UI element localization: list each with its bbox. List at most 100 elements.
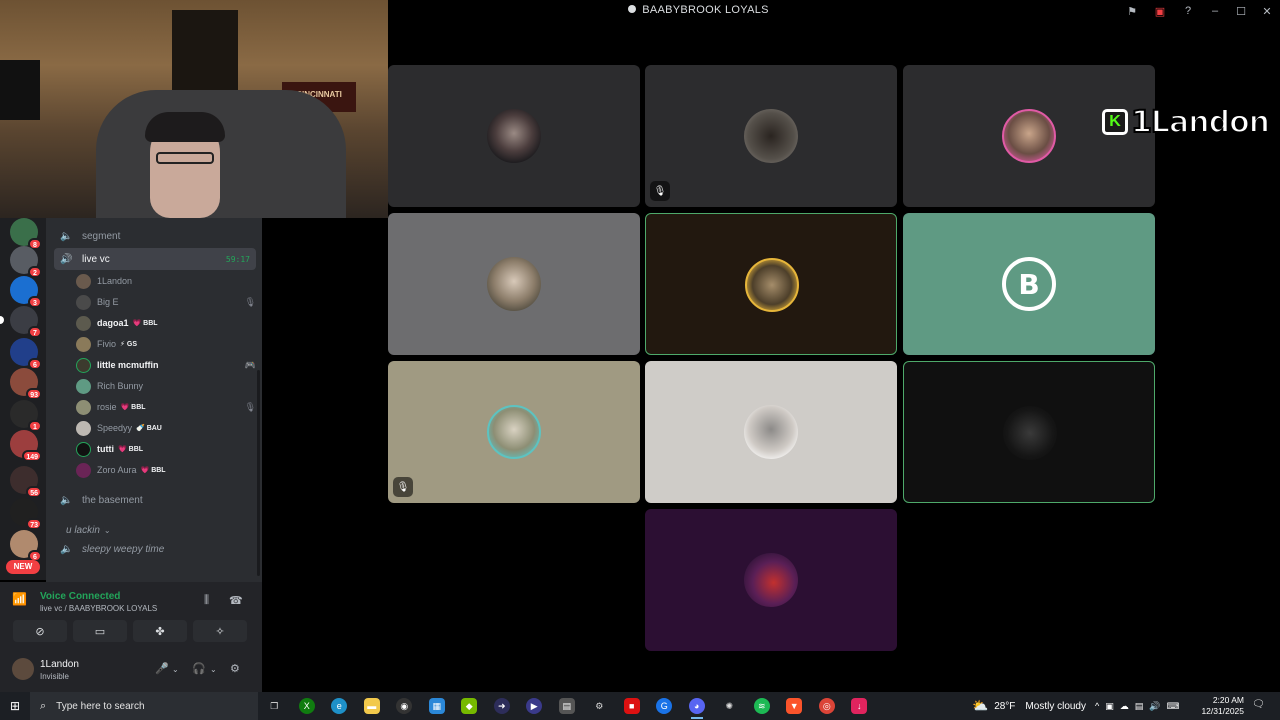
help-icon[interactable]: ? [1174,0,1202,22]
voice-status[interactable]: Voice Connected [40,591,120,602]
server-icon[interactable]: 6 [10,530,42,562]
server-icon[interactable]: 93 [10,368,42,400]
username[interactable]: 1Landon [40,659,79,670]
title-bar: BAABYBROOK LOYALS ⚑ ▣ ? – ☐ ✕ [388,0,1280,22]
voice-member[interactable]: Big E 🎙 [76,292,256,312]
participant-tile-speaking[interactable] [903,361,1155,503]
participant-tile[interactable] [388,213,640,355]
server-rail: 8 2 3 7 6 93 1 149 56 73 6 NEW [0,218,46,580]
participant-tile[interactable]: 🎙 [645,65,897,207]
chrome-icon[interactable]: ◎ [811,692,844,720]
participant-tile-speaking[interactable] [645,213,897,355]
task-view-icon[interactable]: ❐ [258,692,291,720]
voice-member[interactable]: dagoa1 💗 BBL [76,313,256,333]
soundboard-button[interactable]: ✧ [193,620,247,642]
settings-icon[interactable]: ⚙ [583,692,616,720]
new-badge[interactable]: NEW [6,560,40,574]
edge-icon[interactable]: e [323,692,356,720]
media-app-icon[interactable]: ➜ [486,692,519,720]
server-icon[interactable]: 1 [10,400,42,432]
participant-tile[interactable]: 🎙 [388,361,640,503]
tray-cloud-icon[interactable]: ☁ [1120,701,1129,712]
media-red-app-icon[interactable]: ■ [616,692,649,720]
maximize-button[interactable]: ☐ [1228,0,1254,22]
voice-member[interactable]: Speedyy 🍼 BAU [76,418,256,438]
close-button[interactable]: ✕ [1254,0,1280,22]
obs-icon[interactable]: ◉ [388,692,421,720]
camera-off-button[interactable]: ⊘ [13,620,67,642]
screen-share-button[interactable]: ▭ [73,620,127,642]
voice-member[interactable]: tutti 💗 BBL [76,439,256,459]
brave-icon[interactable]: ▼ [778,692,811,720]
signal-icon[interactable]: 📶 [12,592,32,612]
nvidia-icon[interactable]: ◆ [453,692,486,720]
calculator-icon[interactable]: ▤ [551,692,584,720]
search-icon: ⌕ [40,699,47,712]
voice-member[interactable]: rosie 💗 BBL 🎙 [76,397,256,417]
participant-avatar [487,109,541,163]
chevron-up-icon[interactable]: ^ [1095,701,1099,711]
taskbar-search[interactable]: ⌕ Type here to search [30,692,258,720]
channel-live-vc[interactable]: 🔊 live vc 59:17 [54,248,256,270]
participant-tile[interactable] [645,509,897,651]
notification-icon[interactable]: 🗨 [1252,699,1265,710]
chevron-down-icon[interactable]: ⌄ [210,665,217,674]
chatgpt-icon[interactable]: ✺ [713,692,746,720]
volume-icon[interactable]: 🔊 [1149,701,1160,712]
voice-member[interactable]: 1Landon [76,271,256,291]
store-icon[interactable]: ▦ [421,692,454,720]
server-icon[interactable]: 7 [10,306,42,338]
avatar [76,378,91,394]
tray-app-icon[interactable]: ▣ [1105,701,1114,712]
server-icon[interactable]: 73 [10,498,42,530]
noise-suppression-icon[interactable]: ⫼ [204,594,209,607]
participant-avatar [1003,406,1057,460]
network-icon[interactable]: ▤ [1135,701,1144,712]
server-icon[interactable]: 2 [10,246,42,278]
gear-icon[interactable]: ⚙ [230,662,240,675]
participant-tile[interactable] [388,65,640,207]
app-red-icon[interactable]: ↓ [843,692,876,720]
channel-scrollbar[interactable] [257,370,260,576]
member-tag: 💗 BBL [132,320,158,327]
windows-start-icon[interactable]: ⊞ [0,692,30,720]
user-status: Invisible [40,672,69,681]
voice-member[interactable]: Rich Bunny [76,376,256,396]
participant-tile[interactable]: B [903,213,1155,355]
chevron-down-icon[interactable]: ⌄ [172,665,179,674]
avatar [76,462,91,478]
file-explorer-icon[interactable]: ▬ [356,692,389,720]
channel-sleepy-weepy-time[interactable]: 🔈 sleepy weepy time [54,538,256,560]
headphones-icon[interactable]: 🎧 [192,662,206,675]
weather-widget[interactable]: ⛅ 28°F Mostly cloudy [972,692,1086,720]
server-title: BAABYBROOK LOYALS [388,4,1008,16]
avatar[interactable] [12,658,34,680]
update-icon[interactable]: ▣ [1146,0,1174,22]
media-player-icon[interactable]: ▶ [518,692,551,720]
language-icon[interactable]: ⌨ [1166,701,1179,712]
avatar [76,273,91,289]
activities-button[interactable]: ✤ [133,620,187,642]
minimize-button[interactable]: – [1202,0,1228,22]
voice-location[interactable]: live vc / BAABYBROOK LOYALS [40,604,157,613]
server-icon[interactable]: 8 [10,218,42,250]
channel-the-basement[interactable]: 🔈 the basement [54,489,256,511]
server-icon[interactable]: 149 [10,430,42,462]
clock[interactable]: 2:20 AM 12/31/2025 [1196,695,1244,717]
server-icon[interactable]: 3 [10,276,42,308]
microphone-icon[interactable]: 🎤 [155,662,169,675]
inbox-flag-icon[interactable]: ⚑ [1118,0,1146,22]
channel-segment[interactable]: 🔈 segment [54,225,256,247]
browser-icon[interactable]: G [648,692,681,720]
xbox-icon[interactable]: X [291,692,324,720]
voice-member[interactable]: Zoro Aura 💗 BBL [76,460,256,480]
server-icon[interactable]: 6 [10,338,42,370]
spotify-icon[interactable]: ≋ [746,692,779,720]
discord-icon[interactable]: ◕ [681,692,714,720]
participant-tile[interactable] [645,361,897,503]
voice-member[interactable]: little mcmuffin 🎮 [76,355,256,375]
disconnect-icon[interactable]: ☎ [229,594,243,607]
voice-member[interactable]: Fivio ⚡ GS [76,334,256,354]
server-icon[interactable]: 56 [10,466,42,498]
webcam-overlay: CINCINNATI [0,0,388,218]
